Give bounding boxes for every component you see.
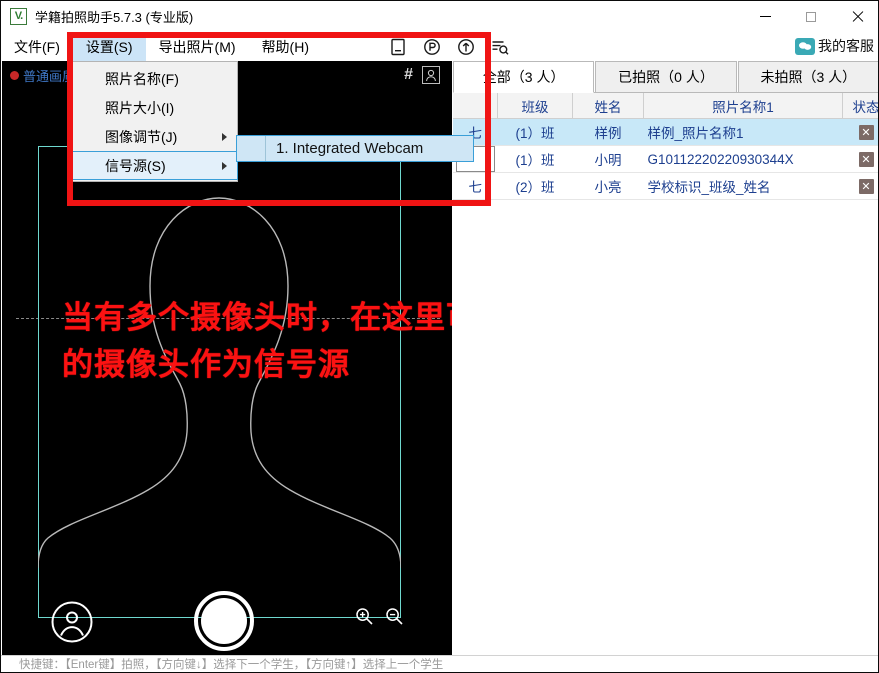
col-header-name[interactable]: 姓名 <box>573 93 644 119</box>
menu-file[interactable]: 文件(F) <box>1 32 73 61</box>
camera-controls-bar <box>2 586 452 656</box>
cell-name: 小亮 <box>573 173 644 200</box>
cell-status: ✕ <box>843 119 879 146</box>
cell-photo-name: 学校标识_班级_姓名 <box>644 173 843 200</box>
customer-support-label: 我的客服 <box>818 36 874 56</box>
menu-signal-source[interactable]: 信号源(S) <box>71 151 238 180</box>
zoom-in-icon[interactable] <box>354 606 374 631</box>
user-avatar-icon[interactable] <box>51 601 93 643</box>
menu-bar: 文件(F) 设置(S) 导出照片(M) 帮助(H) 我的客服 <box>1 32 879 61</box>
maximize-icon <box>806 12 816 22</box>
cell-class: (1）班 <box>498 119 573 146</box>
cell-photo-name: G10112220220930344X <box>644 146 843 173</box>
tab-all[interactable]: 全部（3 人） <box>453 61 594 93</box>
status-bar-text: 快捷键：【Enter键】拍照，【方向键↓】选择下一个学生，【方向键↑】选择上一个… <box>19 656 443 672</box>
delete-row-button[interactable]: ✕ <box>859 152 874 167</box>
cell-name: 样例 <box>573 119 644 146</box>
delete-row-button[interactable]: ✕ <box>859 125 874 140</box>
annotation-text: 当有多个摄像头时，在这里可选择指定 的摄像头作为信号源 <box>62 295 452 389</box>
signal-source-submenu: 1. Integrated Webcam <box>236 135 474 162</box>
menu-image-adjust-label: 图像调节(J) <box>105 127 177 147</box>
menu-photo-size[interactable]: 照片大小(I) <box>72 93 237 122</box>
cell-status: ✕ <box>843 146 879 173</box>
col-header-class[interactable]: 班级 <box>498 93 573 119</box>
shutter-button[interactable] <box>194 591 254 651</box>
table-header: 班级 姓名 照片名称1 状态 <box>453 93 879 119</box>
table-header-row: 班级 姓名 照片名称1 状态 <box>453 93 879 119</box>
app-logo-icon: V. <box>10 8 27 25</box>
close-button[interactable] <box>834 1 879 32</box>
menu-settings[interactable]: 设置(S) <box>73 32 146 61</box>
table-body: 七 (1）班 样例 样例_照片名称1 ✕ (1）班 小明 G1011222022… <box>453 119 879 200</box>
col-header-index[interactable] <box>453 93 498 119</box>
table-row[interactable]: 七 (2）班 小亮 学校标识_班级_姓名 ✕ <box>453 173 879 200</box>
window-title: 学籍拍照助手5.7.3 (专业版) <box>35 7 193 26</box>
menu-image-adjust[interactable]: 图像调节(J) <box>72 122 237 151</box>
cell-photo-name: 样例_照片名称1 <box>644 119 843 146</box>
minimize-icon <box>760 16 771 17</box>
list-search-icon[interactable] <box>490 37 510 57</box>
status-bar: 快捷键：【Enter键】拍照，【方向键↓】选择下一个学生，【方向键↑】选择上一个… <box>1 655 878 672</box>
student-table: 班级 姓名 照片名称1 状态 七 (1）班 样例 样例_照片名称1 ✕ (1）班 <box>453 93 879 200</box>
toolbar-icons <box>388 37 510 57</box>
zoom-controls <box>354 606 404 631</box>
window-controls <box>742 1 879 32</box>
delete-row-button[interactable]: ✕ <box>859 179 874 194</box>
table-row[interactable]: (1）班 小明 G10112220220930344X ✕ <box>453 146 879 173</box>
quality-label: 普通画质 <box>23 66 75 85</box>
cell-class: (2）班 <box>498 173 573 200</box>
submenu-item-integrated-webcam[interactable]: 1. Integrated Webcam <box>266 140 423 157</box>
col-header-photo-name[interactable]: 照片名称1 <box>644 93 843 119</box>
list-tabs: 全部（3 人） 已拍照（0 人） 未拍照（3 人） <box>453 61 879 93</box>
customer-support-button[interactable]: 我的客服 <box>795 36 874 56</box>
headset-chat-icon <box>795 38 815 55</box>
col-header-status[interactable]: 状态 <box>843 93 879 119</box>
chevron-right-icon <box>222 133 227 141</box>
maximize-button[interactable] <box>788 1 834 32</box>
app-window: V. 学籍拍照助手5.7.3 (专业版) 文件(F) 设置(S) 导出照片(M)… <box>0 0 879 673</box>
save-device-icon[interactable] <box>388 37 408 57</box>
menu-photo-name[interactable]: 照片名称(F) <box>72 64 237 93</box>
cell-name: 小明 <box>573 146 644 173</box>
chevron-right-icon <box>222 162 227 170</box>
cell-class: (1）班 <box>498 146 573 173</box>
cell-index: 七 <box>453 173 498 200</box>
viewfinder-icons: # <box>404 66 440 84</box>
close-icon <box>851 10 864 23</box>
grid-overlay-icon[interactable]: # <box>404 67 413 83</box>
print-icon[interactable] <box>422 37 442 57</box>
student-list-pane: 全部（3 人） 已拍照（0 人） 未拍照（3 人） 班级 姓名 照片名称1 状态… <box>453 61 879 656</box>
menu-help[interactable]: 帮助(H) <box>249 32 322 61</box>
tab-not-photographed[interactable]: 未拍照（3 人） <box>738 61 879 92</box>
annotation-line-2: 的摄像头作为信号源 <box>62 342 452 389</box>
table-row[interactable]: 七 (1）班 样例 样例_照片名称1 ✕ <box>453 119 879 146</box>
recording-dot-icon <box>10 71 19 80</box>
minimize-button[interactable] <box>742 1 788 32</box>
title-bar: V. 学籍拍照助手5.7.3 (专业版) <box>1 1 879 33</box>
shutter-inner <box>201 598 247 644</box>
tab-photographed[interactable]: 已拍照（0 人） <box>595 61 736 92</box>
annotation-line-1: 当有多个摄像头时，在这里可选择指定 <box>62 295 452 342</box>
person-outline-icon[interactable] <box>422 66 440 84</box>
zoom-out-icon[interactable] <box>384 606 404 631</box>
submenu-gutter <box>237 136 266 161</box>
upload-icon[interactable] <box>456 37 476 57</box>
cell-status: ✕ <box>843 173 879 200</box>
quality-indicator: 普通画质 <box>10 66 75 85</box>
menu-signal-source-label: 信号源(S) <box>105 156 166 176</box>
settings-dropdown-menu: 照片名称(F) 照片大小(I) 图像调节(J) 信号源(S) <box>71 61 238 182</box>
menu-export-photo[interactable]: 导出照片(M) <box>146 32 249 61</box>
